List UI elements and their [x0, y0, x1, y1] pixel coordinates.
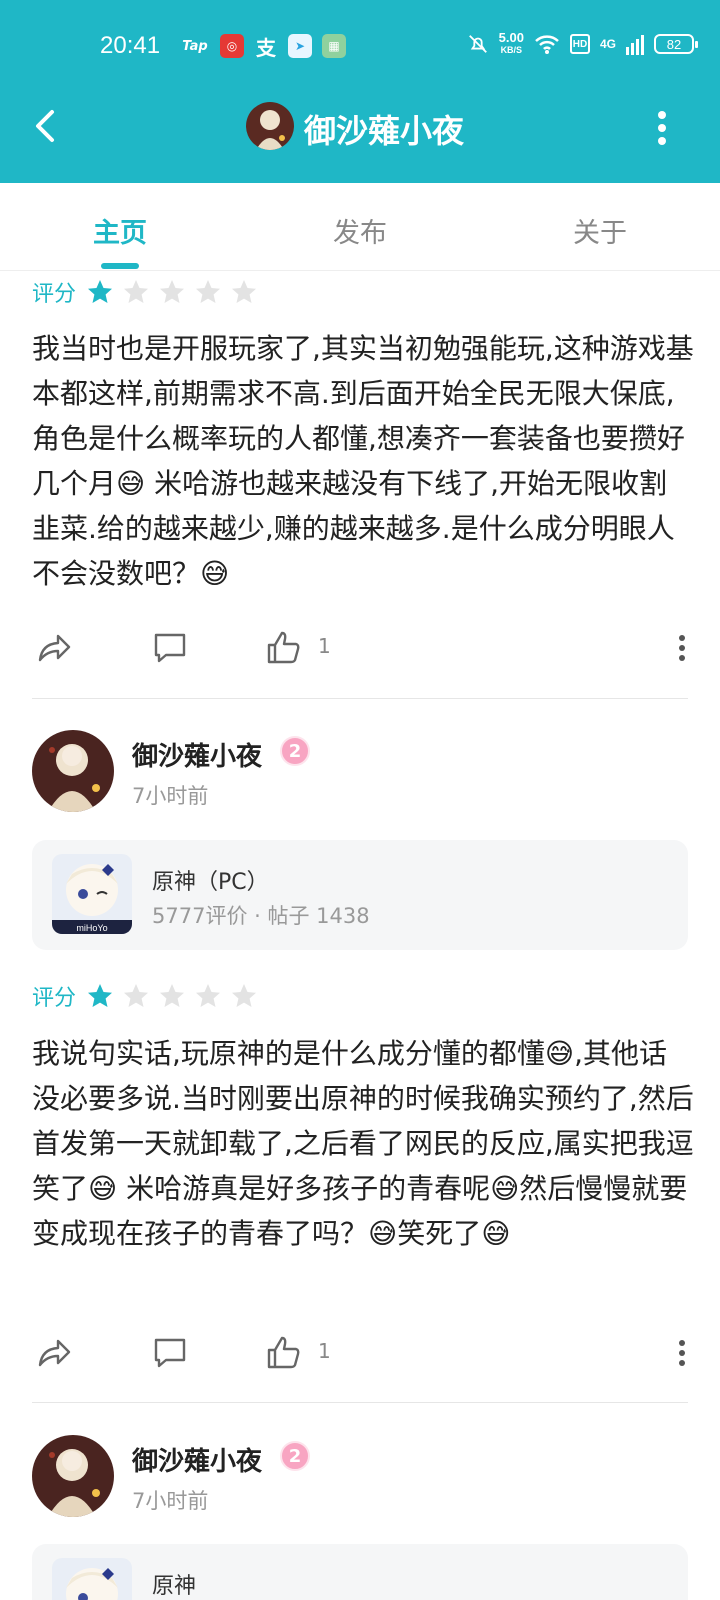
network-type: 4G [599, 37, 616, 51]
post-actions: 1 [32, 1329, 694, 1373]
taptap-icon: Tap [182, 38, 208, 54]
star-icon [124, 280, 149, 303]
avatar[interactable] [32, 1435, 114, 1517]
page-title: 御沙薙小夜 [304, 112, 465, 150]
star-icon [232, 280, 257, 303]
star-icon [232, 984, 257, 1007]
nav-bar: 御沙薙小夜 [0, 92, 720, 162]
comment-icon[interactable] [152, 630, 188, 666]
star-icon [124, 984, 149, 1007]
post-time: 7小时前 [132, 784, 209, 808]
post-more-icon[interactable] [678, 1339, 686, 1367]
game-card[interactable]: 原神 [32, 1544, 688, 1600]
game-name: 原神 [152, 1574, 197, 1599]
post-time: 7小时前 [132, 1489, 209, 1513]
rating-row: 评分 [32, 980, 266, 1012]
post-divider [32, 698, 688, 699]
wifi-icon [535, 35, 559, 54]
share-icon[interactable] [36, 630, 72, 666]
star-icon [196, 984, 221, 1007]
speed-value: 5.00 [498, 30, 524, 45]
review-text[interactable]: 我说句实话,玩原神的是什么成分懂的都懂😅,其他话没必要多说.当时刚要出原神的时候… [32, 1031, 694, 1256]
status-time: 20:41 [100, 32, 161, 59]
like-count: 1 [318, 1339, 331, 1363]
like-icon[interactable] [266, 630, 302, 666]
author-name[interactable]: 御沙薙小夜 [132, 1441, 262, 1478]
speed-unit: KB/S [500, 45, 523, 55]
system-indicators: 5.00 KB/S HD 4G 82 [467, 30, 698, 56]
alipay-icon: 支 [256, 35, 276, 60]
rating-row: 评分 [32, 276, 266, 308]
hd-icon: HD [569, 34, 590, 54]
level-badge: 2 [280, 1441, 310, 1471]
game-stats: 5777评价 · 帖子 1438 [152, 904, 370, 928]
status-bar: 20:41 Tap ◎ 支 ➤ ▦ 5.00 KB/S HD 4G 82 [0, 28, 720, 68]
rating-stars [86, 982, 266, 1010]
like-icon[interactable] [266, 1335, 302, 1371]
rating-stars [86, 278, 266, 306]
star-icon [196, 280, 221, 303]
active-tab-indicator [101, 263, 139, 269]
app-header: 20:41 Tap ◎ 支 ➤ ▦ 5.00 KB/S HD 4G 82 御沙薙… [0, 0, 720, 183]
star-icon [160, 984, 185, 1007]
comment-icon[interactable] [152, 1335, 188, 1371]
telegram-icon: ➤ [288, 34, 312, 58]
rating-label: 评分 [32, 282, 77, 307]
game-icon: miHoYo [52, 854, 132, 934]
like-count: 1 [318, 634, 331, 658]
post-actions: 1 [32, 624, 694, 668]
post-divider [32, 1402, 688, 1403]
tab-bar: 主页 发布 关于 [0, 183, 720, 271]
share-icon[interactable] [36, 1335, 72, 1371]
tab-home[interactable]: 主页 [60, 211, 180, 250]
app-notification-icon: ▦ [322, 34, 346, 58]
tab-posts[interactable]: 发布 [300, 211, 420, 250]
game-icon-label: miHoYo [76, 923, 107, 933]
game-icon [52, 1558, 132, 1600]
author-name[interactable]: 御沙薙小夜 [132, 736, 262, 773]
battery-icon: 82 [654, 34, 698, 54]
avatar[interactable] [32, 730, 114, 812]
game-name: 原神（PC） [152, 870, 269, 895]
signal-icon [626, 35, 644, 55]
notification-icons: Tap ◎ 支 ➤ ▦ [180, 34, 346, 60]
post-more-icon[interactable] [678, 634, 686, 662]
review-text[interactable]: 我当时也是开服玩家了,其实当初勉强能玩,这种游戏基本都这样,前期需求不高.到后面… [32, 326, 694, 596]
tab-about[interactable]: 关于 [540, 211, 660, 250]
star-icon [88, 280, 113, 303]
rating-label: 评分 [32, 986, 77, 1011]
netease-music-icon: ◎ [220, 34, 244, 58]
network-speed: 5.00 KB/S [498, 30, 524, 56]
mute-bell-icon [468, 35, 487, 53]
star-icon [88, 984, 113, 1007]
level-badge: 2 [280, 736, 310, 766]
star-icon [160, 280, 185, 303]
game-card[interactable]: miHoYo 原神（PC） 5777评价 · 帖子 1438 [32, 840, 688, 950]
more-vertical-icon[interactable] [656, 110, 668, 146]
back-arrow-icon[interactable] [28, 106, 68, 146]
nav-avatar[interactable] [246, 102, 294, 150]
